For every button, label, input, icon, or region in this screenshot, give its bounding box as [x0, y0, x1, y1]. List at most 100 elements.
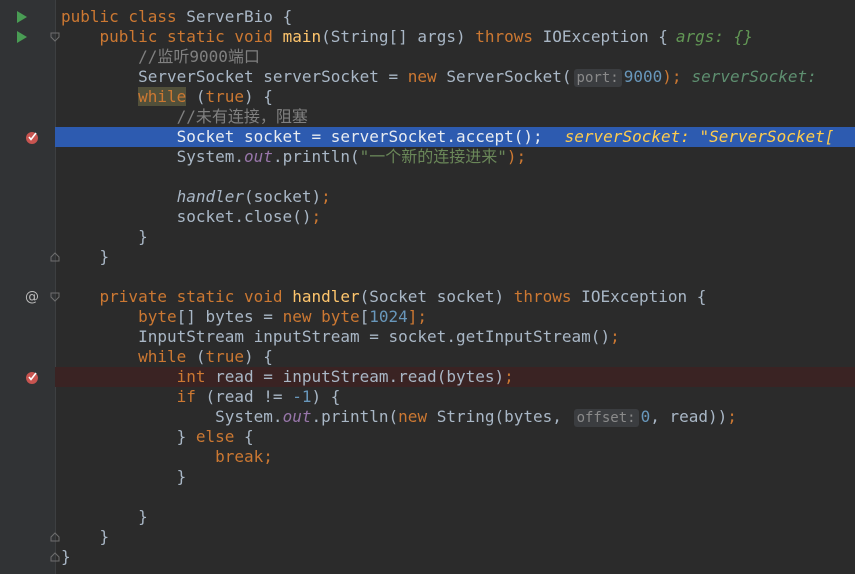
code-text: ServerSocket( [436, 67, 572, 86]
number-literal: 1024 [369, 307, 408, 326]
method-name: main [282, 27, 322, 46]
keyword: while [138, 87, 187, 106]
code-text: } [176, 427, 196, 446]
code-line-18[interactable]: while (true) { [0, 347, 855, 367]
closing-brace: } [138, 227, 148, 246]
inline-debug-value: serverSocket: "ServerSocket[ [564, 127, 835, 146]
code-line-4[interactable]: ServerSocket serverSocket = new ServerSo… [0, 67, 855, 87]
code-text: InputStream inputStream = socket.getInpu… [138, 327, 611, 346]
run-icon[interactable] [14, 27, 30, 47]
code-line-11[interactable]: socket.close(); [0, 207, 855, 227]
code-text: ); [506, 147, 527, 166]
semicolon: ; [504, 367, 514, 386]
code-line-10[interactable]: handler(socket); [0, 187, 855, 207]
semicolon: ; [610, 327, 620, 346]
code-text: ); [662, 67, 682, 86]
code-text: ( [186, 87, 206, 106]
code-line-21[interactable]: System.out.println(new String(bytes, off… [0, 407, 855, 427]
closing-brace: } [138, 507, 148, 526]
code-line-23[interactable]: break; [0, 447, 855, 467]
method-call: handler [176, 187, 245, 206]
keyword: new [398, 407, 428, 426]
code-text: System. [215, 407, 283, 426]
code-text: System. [176, 147, 245, 166]
comment: //监听9000端口 [138, 47, 260, 66]
code-line-3[interactable]: //监听9000端口 [0, 47, 855, 67]
breakpoint-icon[interactable] [24, 367, 40, 387]
parameter-hint: port: [573, 69, 622, 87]
code-line-12[interactable]: } [0, 227, 855, 247]
keyword: int [176, 367, 206, 386]
code-text: ( [186, 347, 206, 366]
closing-brace: } [61, 547, 71, 566]
method-name: handler [292, 287, 360, 306]
code-line-8[interactable]: System.out.println("一个新的连接进来"); [0, 147, 855, 167]
keyword: while [138, 347, 187, 366]
code-text: , read)) [650, 407, 728, 426]
code-editor[interactable]: public class ServerBio { public static v… [0, 0, 855, 574]
code-text: [] bytes = [176, 307, 283, 326]
keyword: throws [475, 27, 534, 46]
code-text: (read != [195, 387, 293, 406]
closing-brace: } [176, 467, 187, 486]
code-line-24[interactable]: } [0, 467, 855, 487]
keyword: break [215, 447, 264, 466]
exception-type: IOException { [571, 287, 707, 306]
code-line-22[interactable]: } else { [0, 427, 855, 447]
execution-line[interactable]: Socket socket = serverSocket.accept(); se… [0, 127, 855, 147]
exception-type: IOException { [533, 27, 668, 46]
string-literal: "一个新的连接进来" [359, 147, 507, 166]
keyword: byte [138, 307, 177, 326]
code-line-1[interactable]: public class ServerBio { [0, 7, 855, 27]
code-line-16[interactable]: byte[] bytes = new byte[1024]; [0, 307, 855, 327]
keyword: new [407, 67, 437, 86]
class-declaration: ServerBio { [186, 7, 293, 26]
code-text: ) { [311, 387, 341, 406]
code-line-20[interactable]: if (read != -1) { [0, 387, 855, 407]
field: out [282, 407, 312, 426]
code-line-2[interactable]: public static void main(String[] args) t… [0, 27, 855, 47]
code-text: ) { [244, 87, 273, 106]
code-text: (socket) [244, 187, 322, 206]
code-line-15[interactable]: @ private static void handler(Socket soc… [0, 287, 855, 307]
code-text: ServerSocket serverSocket = [138, 67, 408, 86]
number-literal: 9000 [623, 67, 663, 86]
override-icon[interactable]: @ [24, 287, 40, 307]
keyword: true [205, 347, 245, 366]
semicolon: ; [263, 447, 273, 466]
semicolon: ; [727, 407, 737, 426]
code-line-26[interactable]: } [0, 507, 855, 527]
params: (Socket socket) [359, 287, 514, 306]
breakpoint-line[interactable]: int read = inputStream.read(bytes); [0, 367, 855, 387]
inline-debug-value: args: {} [675, 27, 753, 46]
inline-debug-value: serverSocket: [691, 67, 817, 86]
semicolon: ; [321, 187, 331, 206]
closing-brace: } [99, 247, 110, 266]
code-line-5[interactable]: while (true) { [0, 87, 855, 107]
keyword: throws [513, 287, 572, 306]
keyword: public class [61, 7, 187, 26]
parameter-hint: offset: [573, 409, 639, 427]
code-text: socket.close() [176, 207, 312, 226]
code-text: .println( [272, 147, 360, 166]
code-text: [ [359, 307, 370, 326]
number-literal: 0 [640, 407, 651, 426]
code-line-27[interactable]: } [0, 527, 855, 547]
breakpoint-icon[interactable] [24, 127, 40, 147]
run-icon[interactable] [14, 7, 30, 27]
semicolon: ; [311, 207, 322, 226]
keyword: if [176, 387, 196, 406]
keyword: true [205, 87, 245, 106]
field: out [244, 147, 273, 166]
code-line-6[interactable]: //未有连接，阻塞 [0, 107, 855, 127]
code-text: read = inputStream.read(bytes) [205, 367, 505, 386]
comment: //未有连接，阻塞 [176, 107, 308, 126]
code-text: String(bytes, [427, 407, 572, 426]
code-line-13[interactable]: } [0, 247, 855, 267]
code-text: ) { [244, 347, 273, 366]
code-line-17[interactable]: InputStream inputStream = socket.getInpu… [0, 327, 855, 347]
number-literal: -1 [292, 387, 312, 406]
keyword: public static void [99, 27, 283, 46]
code-line-28[interactable]: } [0, 547, 855, 567]
code-text: { [234, 427, 254, 446]
